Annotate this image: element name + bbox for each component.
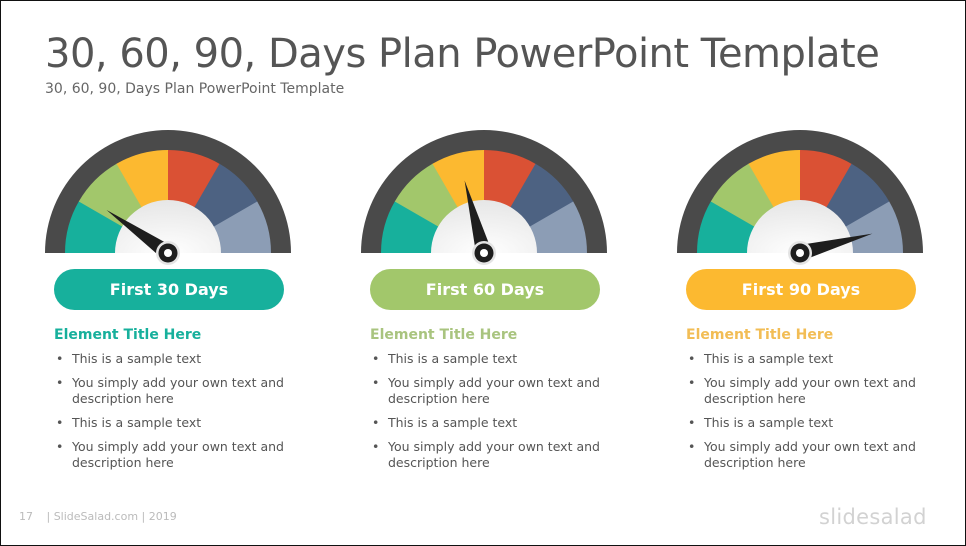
slide-title: 30, 60, 90, Days Plan PowerPoint Templat… (45, 31, 880, 77)
first-60-days-button[interactable]: First 60 Days (370, 269, 600, 310)
needle-hub-dot (480, 249, 488, 257)
first-90-days-button[interactable]: First 90 Days (686, 269, 916, 310)
gauge-30-days (42, 130, 302, 266)
bullet-icon: • (372, 351, 380, 366)
footer: 17 | SlideSalad.com | 2019 (19, 510, 177, 523)
bullet-icon: • (372, 415, 380, 430)
bullet-icon: • (56, 375, 64, 390)
gauge-60-days (358, 130, 618, 266)
list-item: • This is a sample text (56, 415, 202, 430)
element-title: Element Title Here (686, 327, 834, 343)
slide-frame: 30, 60, 90, Days Plan PowerPoint Templat… (0, 0, 966, 546)
bullet-icon: • (56, 439, 64, 454)
footer-text: | SlideSalad.com | 2019 (46, 510, 177, 523)
list-item: • You simply add your own text and descri… (688, 439, 916, 470)
element-title: Element Title Here (54, 327, 202, 343)
bullet-list: • This is a sample text • You simply add y… (686, 351, 926, 479)
bullet-icon: • (688, 351, 696, 366)
bullet-icon: • (372, 375, 380, 390)
page-number: 17 (19, 510, 33, 523)
bullet-icon: • (688, 375, 696, 390)
list-item: • This is a sample text (688, 415, 834, 430)
list-item: • This is a sample text (372, 351, 518, 366)
bullet-list: • This is a sample text • You simply add y… (370, 351, 610, 479)
bullet-icon: • (56, 415, 64, 430)
needle-hub-dot (164, 249, 172, 257)
bullet-icon: • (56, 351, 64, 366)
bullet-icon: • (688, 415, 696, 430)
needle-hub-dot (796, 249, 804, 257)
bullet-icon: • (372, 439, 380, 454)
brand-logo: slidesalad (819, 505, 927, 529)
list-item: • This is a sample text (688, 351, 834, 366)
list-item: • You simply add your own text and descri… (372, 375, 600, 406)
column-60-days: First 60 Days Element Title Here • This i… (358, 121, 618, 481)
bullet-list: • This is a sample text • You simply add y… (54, 351, 294, 479)
list-item: • This is a sample text (56, 351, 202, 366)
column-30-days: First 30 Days Element Title Here • This i… (42, 121, 302, 481)
element-title: Element Title Here (370, 327, 518, 343)
list-item: • You simply add your own text and descri… (56, 375, 284, 406)
gauge-90-days (674, 130, 934, 266)
column-90-days: First 90 Days Element Title Here • This i… (674, 121, 934, 481)
first-30-days-button[interactable]: First 30 Days (54, 269, 284, 310)
list-item: • This is a sample text (372, 415, 518, 430)
bullet-icon: • (688, 439, 696, 454)
list-item: • You simply add your own text and descri… (56, 439, 284, 470)
list-item: • You simply add your own text and descri… (688, 375, 916, 406)
list-item: • You simply add your own text and descri… (372, 439, 600, 470)
slide-subtitle: 30, 60, 90, Days Plan PowerPoint Templat… (45, 81, 345, 97)
